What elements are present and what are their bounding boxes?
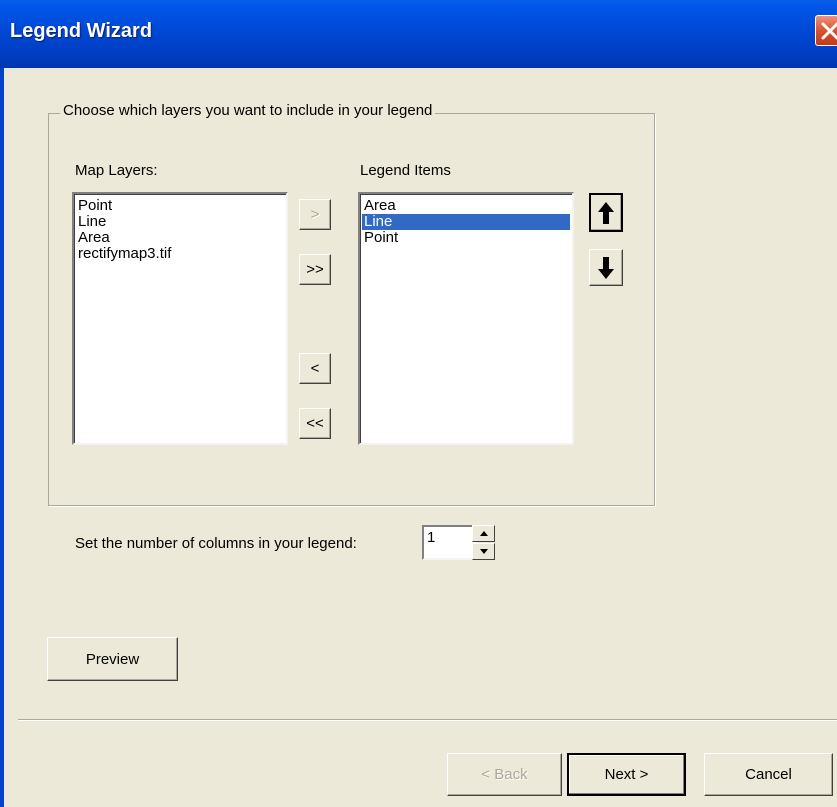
list-item[interactable]: Area <box>76 230 284 246</box>
legend-items-label: Legend Items <box>360 162 451 179</box>
close-button[interactable] <box>815 15 837 46</box>
next-button[interactable]: Next > <box>567 753 686 796</box>
map-layers-label: Map Layers: <box>75 162 158 179</box>
arrow-down-icon <box>598 256 614 279</box>
spin-down-button[interactable] <box>472 543 495 560</box>
remove-all-layers-button[interactable]: << <box>299 408 331 439</box>
legend-items-list[interactable]: Area Line Point <box>358 192 574 445</box>
map-layers-list[interactable]: Point Line Area rectifymap3.tif <box>72 192 288 445</box>
list-item[interactable]: Area <box>362 198 570 214</box>
move-up-button[interactable] <box>589 193 623 232</box>
list-item-selected[interactable]: Line <box>362 214 570 230</box>
list-item[interactable]: Line <box>76 214 284 230</box>
preview-button[interactable]: Preview <box>47 637 178 681</box>
spin-up-button[interactable] <box>472 525 495 542</box>
footer-separator <box>18 719 837 721</box>
spin-down-icon <box>479 549 488 554</box>
list-item[interactable]: Point <box>362 230 570 246</box>
list-item[interactable]: Point <box>76 198 284 214</box>
columns-label: Set the number of columns in your legend… <box>75 535 357 552</box>
window-title: Legend Wizard <box>10 20 153 42</box>
columns-input[interactable]: 1 <box>422 525 478 560</box>
cancel-button[interactable]: Cancel <box>704 753 833 796</box>
close-icon <box>821 22 837 40</box>
title-bar: Legend Wizard <box>0 0 837 68</box>
back-button[interactable]: < Back <box>447 753 562 796</box>
list-item[interactable]: rectifymap3.tif <box>76 246 284 262</box>
move-down-button[interactable] <box>589 249 623 286</box>
arrow-up-icon <box>598 201 614 224</box>
add-layer-button[interactable]: > <box>299 199 331 230</box>
remove-layer-button[interactable]: < <box>299 353 331 384</box>
add-all-layers-button[interactable]: >> <box>299 254 331 285</box>
window-frame-left <box>0 68 4 807</box>
spin-up-icon <box>479 531 488 536</box>
groupbox-label: Choose which layers you want to include … <box>60 102 436 119</box>
